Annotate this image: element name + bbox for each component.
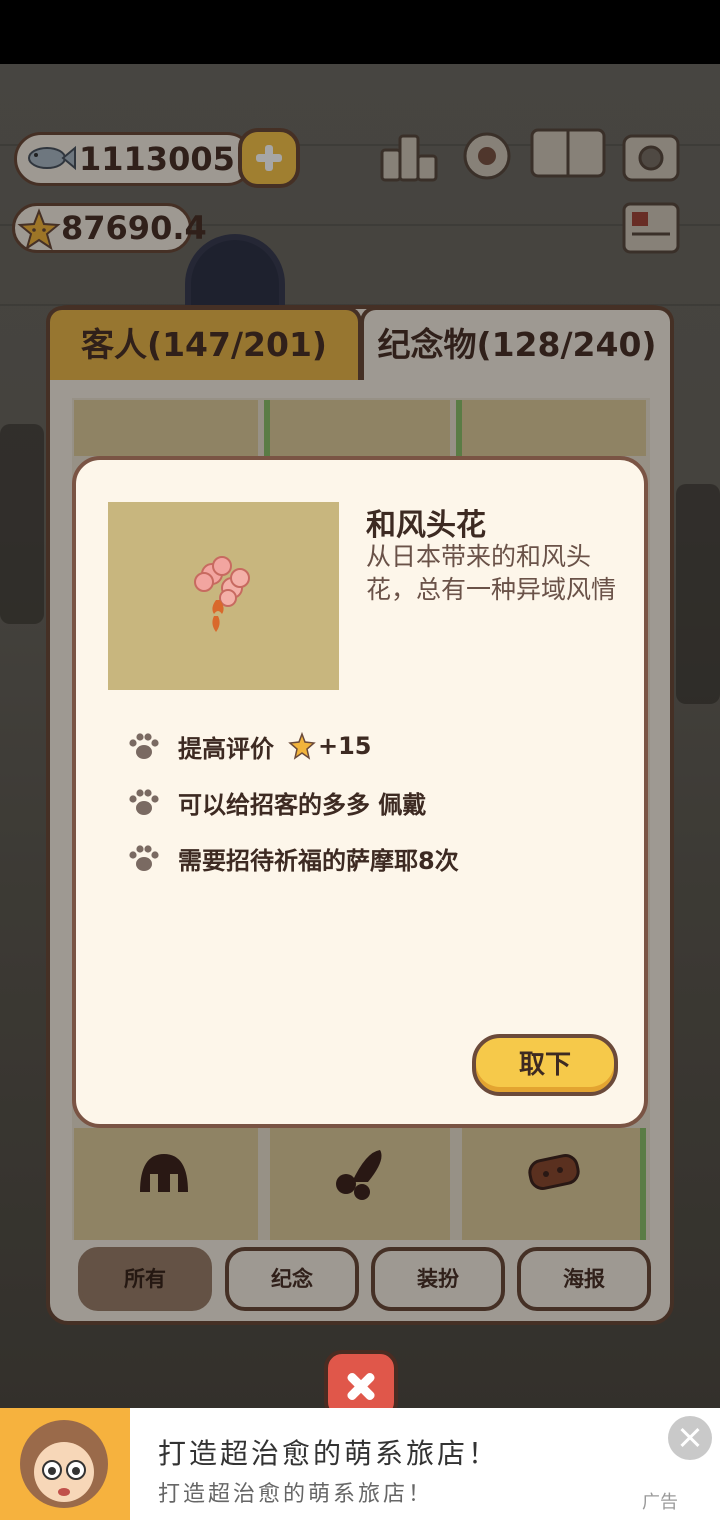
ad-banner[interactable]: 打造超治愈的萌系旅店！ 打造超治愈的萌系旅店！: [0, 1408, 720, 1520]
attribute-text: 可以给招客的多多 佩戴: [178, 790, 427, 819]
item-description: 从日本带来的和风头花，总有一种异域风情: [366, 542, 617, 604]
item-name: 和风头花: [366, 508, 486, 543]
remove-item-button[interactable]: 取下: [472, 1034, 618, 1096]
attribute-text: 提高评价: [178, 734, 274, 763]
status-bar: [0, 0, 720, 64]
paw-icon: [129, 733, 159, 759]
attribute-row: 提高评价 +15: [128, 726, 372, 766]
attribute-row: 可以给招客的多多 佩戴: [128, 782, 426, 822]
paw-icon: [129, 789, 159, 815]
ad-character-icon: [20, 1420, 108, 1508]
attribute-row: 需要招待祈福的萨摩耶8次: [128, 838, 459, 878]
ad-close-icon[interactable]: [668, 1416, 712, 1460]
flower-hairpin-icon: [194, 556, 250, 632]
item-preview: [108, 502, 339, 690]
ad-label: 广告: [642, 1492, 678, 1513]
attribute-text: 需要招待祈福的萨摩耶8次: [178, 846, 459, 875]
paw-icon: [129, 845, 159, 871]
star-icon: [288, 732, 316, 760]
ad-title[interactable]: 打造超治愈的萌系旅店！: [158, 1432, 499, 1472]
ad-subtitle[interactable]: 打造超治愈的萌系旅店！: [158, 1476, 433, 1508]
ad-thumbnail[interactable]: [0, 1408, 130, 1520]
attribute-bonus: +15: [318, 732, 372, 760]
